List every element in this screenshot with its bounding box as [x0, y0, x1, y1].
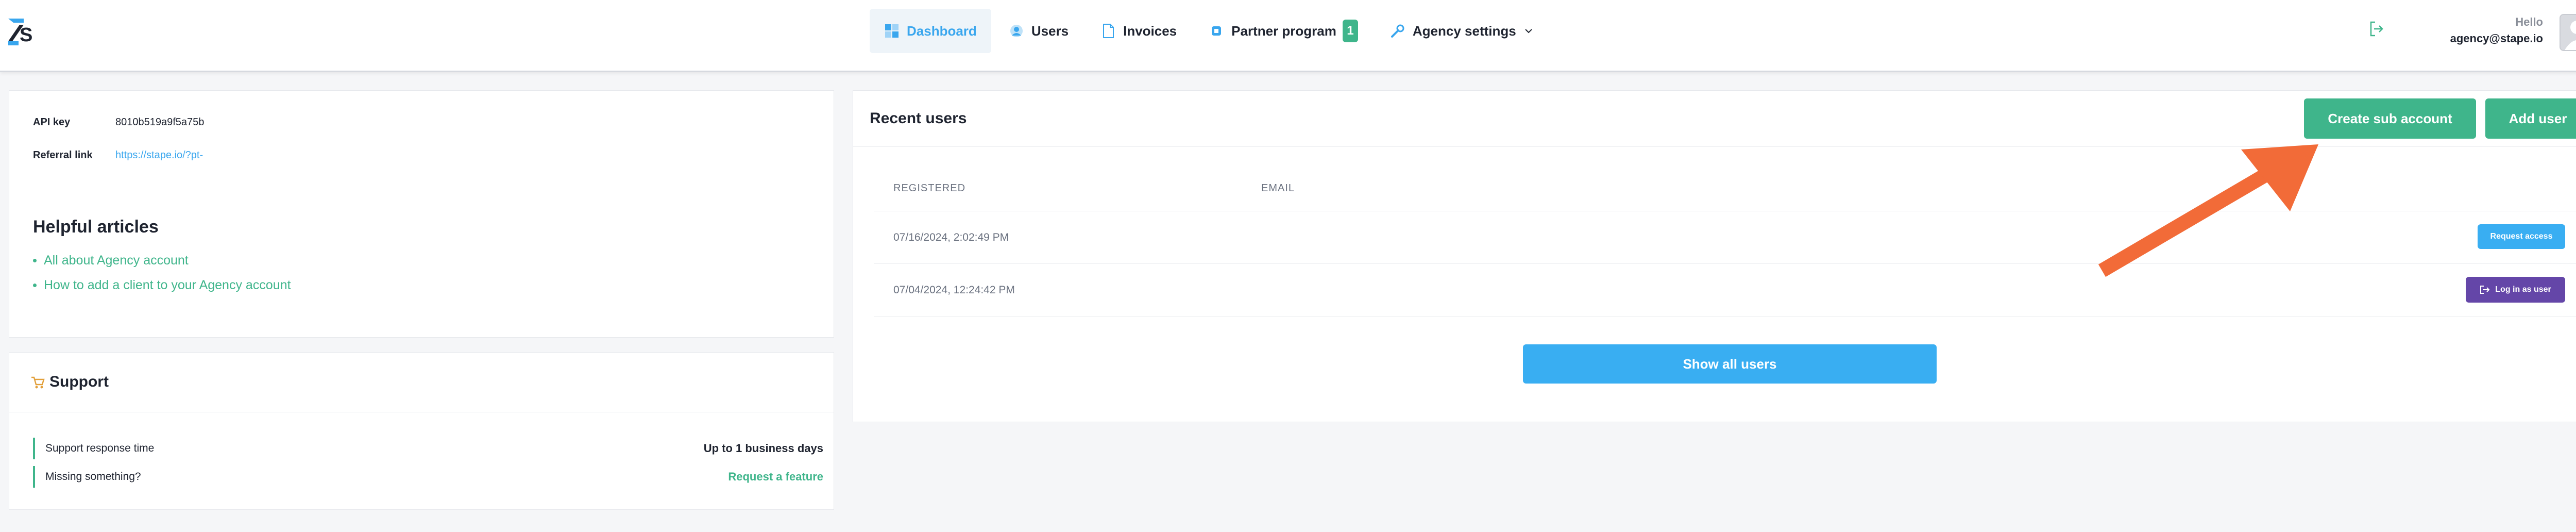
support-row-value: Up to 1 business days: [703, 442, 823, 455]
logout-icon[interactable]: [2368, 20, 2385, 38]
article-link[interactable]: How to add a client to your Agency accou…: [33, 278, 291, 293]
referral-link-label: Referral link: [33, 149, 93, 161]
column-header-registered: REGISTERED: [893, 182, 966, 194]
support-row: Support response time Up to 1 business d…: [33, 438, 823, 459]
support-row: Missing something? Request a feature: [33, 466, 823, 488]
article-link[interactable]: All about Agency account: [33, 253, 189, 268]
nav-partner-label: Partner program: [1231, 23, 1336, 39]
nav-invoices-label: Invoices: [1123, 23, 1177, 39]
row-divider: [874, 316, 2576, 317]
partner-icon: [1212, 26, 1222, 36]
users-icon: [1010, 25, 1023, 37]
avatar[interactable]: [2560, 14, 2576, 51]
nav-agency-settings-label: Agency settings: [1412, 23, 1516, 39]
user-silhouette-icon: [2565, 21, 2576, 50]
invoices-icon: [1103, 24, 1114, 38]
nav-users-label: Users: [1031, 23, 1069, 39]
request-feature-link[interactable]: Request a feature: [728, 470, 823, 484]
recent-users-title: Recent users: [870, 110, 967, 127]
stape-logo[interactable]: S: [8, 19, 34, 45]
chevron-down-icon: [1525, 29, 1532, 34]
registered-date: 07/04/2024, 12:24:42 PM: [893, 284, 1015, 296]
api-key-label: API key: [33, 117, 71, 128]
nav-dashboard-label: Dashboard: [907, 23, 977, 39]
partner-badge: 1: [1342, 20, 1358, 42]
nav-partner-program[interactable]: Partner program 1: [1194, 9, 1372, 53]
referral-link-row: Referral link https://stape.io/?pt-: [33, 149, 203, 161]
nav-dashboard[interactable]: Dashboard: [870, 9, 991, 53]
dashboard-icon: [885, 24, 899, 38]
support-title: Support: [30, 373, 109, 391]
svg-text:S: S: [20, 24, 32, 45]
show-all-users-button[interactable]: Show all users: [1523, 344, 1937, 384]
article-link-label: How to add a client to your Agency accou…: [44, 278, 291, 292]
bullet-icon: [33, 259, 37, 262]
add-user-button[interactable]: Add user: [2485, 98, 2576, 139]
api-key-value[interactable]: 8010b519a9f5a75b: [115, 117, 204, 128]
helpful-articles-title: Helpful articles: [33, 217, 159, 237]
support-row-label: Support response time: [45, 442, 155, 454]
log-in-as-user-button[interactable]: Log in as user: [2466, 277, 2565, 303]
log-in-as-user-label: Log in as user: [2495, 285, 2551, 294]
nav-agency-settings[interactable]: Agency settings: [1376, 9, 1548, 53]
user-greeting: Hello agency@stape.io: [2450, 15, 2543, 45]
referral-link[interactable]: https://stape.io/?pt-: [115, 149, 203, 161]
create-sub-account-button[interactable]: Create sub account: [2304, 98, 2476, 139]
agency-info-card: API key 8010b519a9f5a75b Referral link h…: [9, 90, 834, 338]
top-header: S Dashboard Users Invoices Partner progr…: [0, 0, 2576, 72]
login-icon: [2480, 286, 2490, 294]
greeting-text: Hello: [2515, 15, 2543, 28]
registered-date: 07/16/2024, 2:02:49 PM: [893, 231, 1009, 243]
cart-icon: [31, 376, 45, 389]
request-access-button[interactable]: Request access: [2478, 224, 2565, 249]
nav-users[interactable]: Users: [994, 9, 1083, 53]
article-link-label: All about Agency account: [44, 253, 189, 268]
support-row-label: Missing something?: [45, 471, 141, 483]
api-key-row: API key 8010b519a9f5a75b: [33, 117, 204, 128]
column-header-email: EMAIL: [1261, 182, 1295, 194]
wrench-icon: [1391, 24, 1404, 38]
annotation-arrow-icon: [2098, 144, 2318, 277]
main-nav: Dashboard Users Invoices Partner program…: [870, 9, 1551, 53]
bullet-icon: [33, 284, 37, 287]
support-title-label: Support: [49, 373, 109, 390]
user-email: agency@stape.io: [2450, 32, 2543, 45]
support-card: Support Support response time Up to 1 bu…: [9, 352, 834, 510]
nav-invoices[interactable]: Invoices: [1086, 9, 1191, 53]
